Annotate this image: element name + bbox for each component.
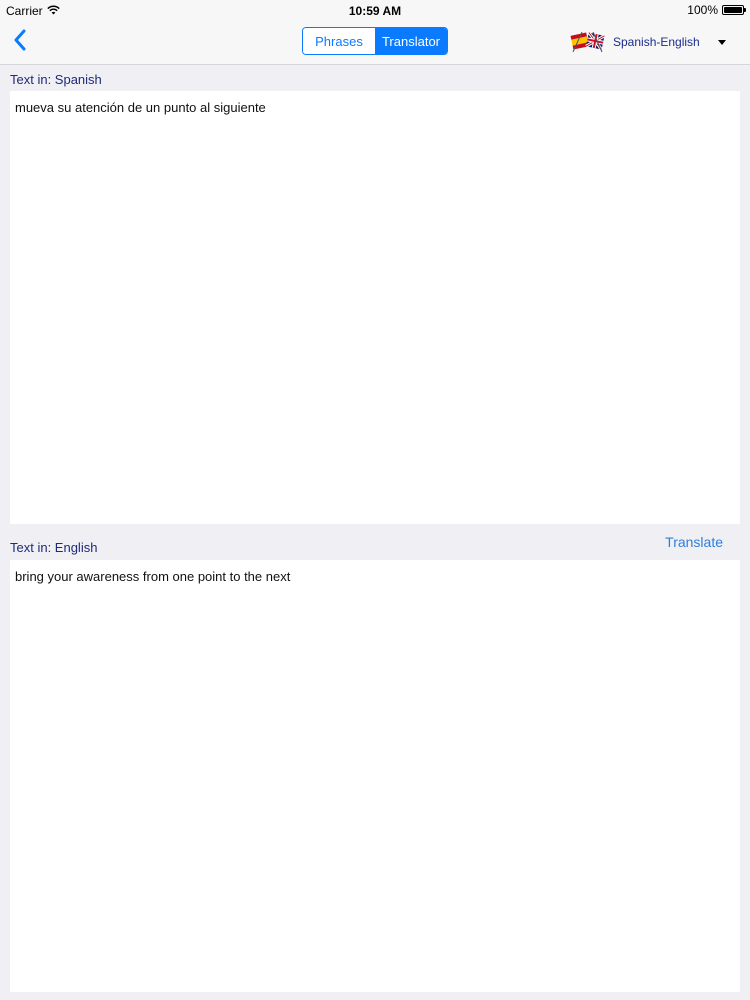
- battery-fill: [724, 7, 742, 13]
- language-pair-selector[interactable]: Spanish-English: [570, 29, 726, 55]
- source-language-label: Text in: Spanish: [10, 72, 102, 87]
- tab-phrases[interactable]: Phrases: [303, 28, 375, 54]
- caret-down-icon: [717, 39, 726, 45]
- status-time: 10:59 AM: [348, 4, 402, 18]
- back-button[interactable]: [8, 29, 32, 55]
- tab-translator[interactable]: Translator: [375, 28, 447, 54]
- translate-button[interactable]: Translate: [665, 534, 723, 550]
- battery-indicator: 100%: [687, 3, 746, 17]
- source-text-area[interactable]: mueva su atención de un punto al siguien…: [10, 91, 740, 524]
- language-pair-label: Spanish-English: [613, 35, 700, 49]
- source-text: mueva su atención de un punto al siguien…: [15, 100, 266, 115]
- target-language-label: Text in: English: [10, 540, 98, 555]
- battery-icon: [722, 5, 746, 15]
- target-text-area[interactable]: bring your awareness from one point to t…: [10, 560, 740, 992]
- status-bar: Carrier 10:59 AM 100%: [0, 0, 750, 22]
- chevron-left-icon: [13, 29, 27, 56]
- spain-uk-flags-icon: [570, 30, 606, 54]
- mode-segmented-control: Phrases Translator: [302, 27, 448, 55]
- battery-percent: 100%: [687, 3, 718, 17]
- navigation-bar: Phrases Translator Spanish-English: [0, 22, 750, 65]
- target-text: bring your awareness from one point to t…: [15, 569, 291, 584]
